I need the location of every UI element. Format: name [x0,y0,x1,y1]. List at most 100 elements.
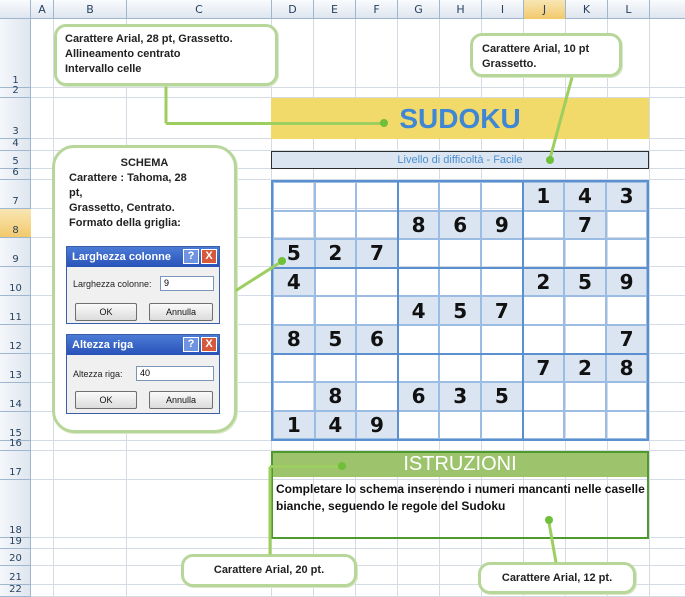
sudoku-cell[interactable] [439,267,481,297]
sudoku-cell[interactable] [564,239,606,268]
sudoku-cell[interactable] [273,182,315,211]
row-header[interactable]: 21 [0,566,31,585]
row-header[interactable]: 17 [0,451,31,480]
column-header[interactable]: D [272,0,314,19]
sudoku-cell[interactable]: 2 [522,267,565,297]
sudoku-cell[interactable]: 6 [356,325,398,354]
sudoku-cell[interactable] [356,210,398,240]
sudoku-cell[interactable] [564,410,606,440]
cancel-button[interactable]: Annulla [149,303,213,321]
sudoku-cell[interactable]: 8 [605,353,648,383]
sudoku-cell[interactable] [481,410,523,440]
row-header[interactable]: 9 [0,238,31,267]
sudoku-cell[interactable] [481,267,523,297]
row-header[interactable]: 11 [0,296,31,325]
row-header[interactable]: 15 [0,412,31,441]
column-header[interactable]: A [31,0,54,19]
sudoku-cell[interactable] [522,296,565,325]
column-header[interactable]: K [566,0,608,19]
sudoku-cell[interactable] [356,182,398,211]
sudoku-cell[interactable]: 9 [356,410,398,440]
sudoku-cell[interactable] [481,239,523,268]
close-icon[interactable]: X [201,337,217,352]
row-header[interactable]: 1 [0,19,31,88]
row-header[interactable]: 3 [0,98,31,139]
sudoku-cell[interactable] [356,382,398,411]
sudoku-cell[interactable] [522,382,565,411]
sudoku-cell[interactable]: 3 [605,182,648,211]
sudoku-cell[interactable] [314,353,357,383]
sudoku-cell[interactable] [314,182,357,211]
sudoku-cell[interactable]: 8 [314,382,357,411]
help-icon[interactable]: ? [183,249,199,264]
sudoku-cell[interactable] [439,410,481,440]
sudoku-cell[interactable]: 5 [481,382,523,411]
row-header[interactable]: 10 [0,267,31,296]
column-header[interactable]: I [482,0,524,19]
row-header[interactable]: 13 [0,354,31,383]
sudoku-cell[interactable]: 7 [481,296,523,325]
ok-button[interactable]: OK [75,391,137,409]
sudoku-cell[interactable]: 9 [481,210,523,240]
sudoku-cell[interactable]: 1 [273,410,315,440]
row-header[interactable]: 20 [0,549,31,566]
sudoku-cell[interactable]: 7 [522,353,565,383]
row-header[interactable]: 22 [0,584,31,597]
sudoku-cell[interactable] [439,239,481,268]
sudoku-cell[interactable]: 4 [273,267,315,297]
sudoku-cell[interactable]: 9 [605,267,648,297]
sudoku-cell[interactable] [564,382,606,411]
column-header[interactable]: F [356,0,398,19]
sudoku-cell[interactable] [605,239,648,268]
row-header[interactable]: 2 [0,85,31,98]
column-header[interactable]: C [127,0,272,19]
sudoku-cell[interactable] [397,410,440,440]
sudoku-cell[interactable]: 8 [273,325,315,354]
sudoku-cell[interactable]: 7 [605,325,648,354]
sudoku-cell[interactable]: 7 [564,210,606,240]
sudoku-cell[interactable] [356,267,398,297]
row-height-input[interactable]: 40 [136,366,214,381]
close-icon[interactable]: X [201,249,217,264]
column-header[interactable]: J [524,0,566,19]
sudoku-cell[interactable] [605,210,648,240]
sudoku-cell[interactable] [314,267,357,297]
ok-button[interactable]: OK [75,303,137,321]
sudoku-cell[interactable] [564,296,606,325]
sudoku-cell[interactable] [273,210,315,240]
row-header[interactable]: 4 [0,138,31,151]
row-header[interactable]: 7 [0,180,31,209]
column-width-input[interactable]: 9 [160,276,214,291]
sudoku-cell[interactable]: 2 [564,353,606,383]
sudoku-cell[interactable] [314,210,357,240]
sudoku-cell[interactable]: 2 [314,239,357,268]
sudoku-cell[interactable]: 4 [397,296,440,325]
sudoku-cell[interactable] [314,296,357,325]
sudoku-cell[interactable] [397,325,440,354]
sudoku-cell[interactable]: 3 [439,382,481,411]
column-header[interactable]: G [398,0,440,19]
row-header[interactable]: 16 [0,438,31,451]
sudoku-cell[interactable]: 4 [314,410,357,440]
column-header[interactable]: B [54,0,127,19]
sudoku-cell[interactable]: 5 [439,296,481,325]
sudoku-cell[interactable]: 5 [564,267,606,297]
sudoku-cell[interactable] [481,325,523,354]
sudoku-cell[interactable] [481,182,523,211]
row-header[interactable]: 19 [0,536,31,549]
sudoku-cell[interactable] [564,325,606,354]
row-header[interactable]: 14 [0,383,31,412]
sudoku-cell[interactable] [397,353,440,383]
column-header[interactable]: L [608,0,650,19]
help-icon[interactable]: ? [183,337,199,352]
sudoku-cell[interactable] [605,296,648,325]
sudoku-cell[interactable]: 7 [356,239,398,268]
sudoku-cell[interactable] [481,353,523,383]
sudoku-cell[interactable] [356,353,398,383]
row-header[interactable]: 18 [0,480,31,538]
sudoku-cell[interactable] [522,325,565,354]
sudoku-cell[interactable] [273,353,315,383]
sudoku-cell[interactable]: 6 [397,382,440,411]
sudoku-cell[interactable] [356,296,398,325]
sudoku-cell[interactable] [397,182,440,211]
